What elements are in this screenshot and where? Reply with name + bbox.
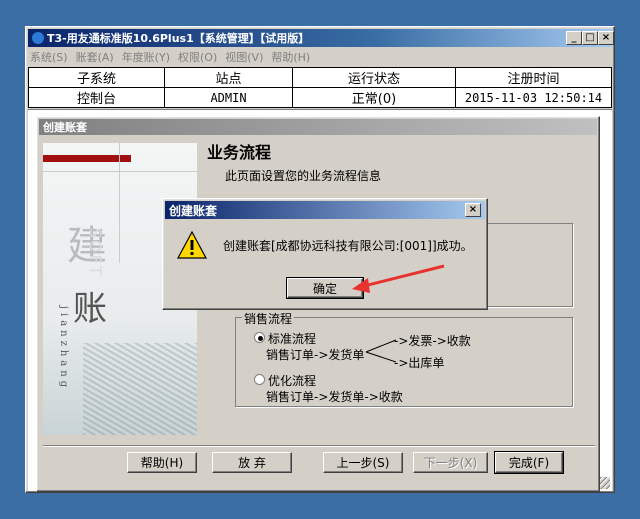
dialog-title: 创建账套 bbox=[169, 203, 218, 218]
abandon-button[interactable]: 放 弃 bbox=[212, 452, 292, 473]
menu-help[interactable]: 帮助(H) bbox=[271, 49, 310, 65]
cell-site: ADMIN bbox=[164, 87, 293, 108]
banner-side-text: SOFT bbox=[86, 227, 106, 278]
optimized-flow-radio[interactable] bbox=[254, 374, 265, 385]
menu-system[interactable]: 系统(S) bbox=[30, 49, 68, 65]
header-subsystem: 子系统 bbox=[28, 67, 165, 88]
banner-latin: jianzhang bbox=[58, 305, 70, 392]
standard-flow-label[interactable]: 标准流程 bbox=[268, 330, 316, 347]
cell-status: 正常(0) bbox=[292, 87, 456, 108]
dialog-close-button[interactable]: × bbox=[465, 203, 481, 217]
banner-vline bbox=[119, 143, 120, 263]
standard-flow-text: 销售订单->发货单 bbox=[266, 348, 365, 362]
wizard-divider bbox=[43, 445, 595, 447]
header-status: 运行状态 bbox=[292, 67, 456, 88]
finish-button[interactable]: 完成(F) bbox=[494, 451, 564, 474]
next-button[interactable]: 下一步(X) bbox=[413, 452, 488, 473]
header-register-time: 注册时间 bbox=[455, 67, 612, 88]
sales-flow-group: 销售流程 标准流程 销售订单->发货单 ->发票->收款 ->出库单 优化流程 … bbox=[235, 310, 573, 407]
optimized-flow-label[interactable]: 优化流程 bbox=[268, 372, 316, 389]
menu-account[interactable]: 账套(A) bbox=[76, 49, 114, 65]
app-icon bbox=[32, 32, 44, 44]
help-button[interactable]: 帮助(H) bbox=[127, 452, 197, 473]
cell-register-time: 2015-11-03 12:50:14 bbox=[455, 87, 612, 108]
header-site: 站点 bbox=[164, 67, 293, 88]
annotation-arrow-icon bbox=[352, 264, 445, 293]
main-window-title: T3-用友通标准版10.6Plus1【系统管理】【试用版】 bbox=[47, 32, 310, 45]
banner-line bbox=[43, 171, 197, 172]
banner-red-bar bbox=[43, 155, 131, 162]
main-titlebar[interactable]: T3-用友通标准版10.6Plus1【系统管理】【试用版】 bbox=[28, 29, 612, 47]
menu-bar: 系统(S) 账套(A) 年度账(Y) 权限(O) 视图(V) 帮助(H) bbox=[30, 49, 610, 65]
banner-texture bbox=[83, 343, 197, 435]
optimized-flow-text: 销售订单->发货单->收款 bbox=[266, 390, 403, 404]
branch-invoice-receipt: ->发票->收款 bbox=[394, 334, 471, 348]
close-button[interactable]: × bbox=[598, 31, 614, 45]
menu-year-account[interactable]: 年度账(Y) bbox=[122, 49, 170, 65]
cell-subsystem: 控制台 bbox=[28, 87, 165, 108]
dialog-titlebar[interactable]: 创建账套 bbox=[165, 201, 485, 219]
menu-view[interactable]: 视图(V) bbox=[225, 49, 263, 65]
table-row[interactable]: 控制台 ADMIN 正常(0) 2015-11-03 12:50:14 bbox=[28, 87, 612, 108]
section-desc: 此页面设置您的业务流程信息 bbox=[225, 169, 382, 183]
minimize-button[interactable]: _ bbox=[566, 31, 582, 45]
menu-permission[interactable]: 权限(O) bbox=[178, 49, 217, 65]
branch-outbound: ->出库单 bbox=[394, 356, 445, 370]
sales-flow-legend: 销售流程 bbox=[242, 310, 295, 327]
warning-icon bbox=[177, 231, 207, 259]
table-header-row: 子系统 站点 运行状态 注册时间 bbox=[28, 67, 612, 88]
wizard-title: 创建账套 bbox=[43, 121, 87, 134]
banner-char-zhang: 账 bbox=[73, 289, 107, 329]
dialog-message: 创建账套[成都协远科技有限公司:[001]]成功。 bbox=[223, 239, 473, 253]
maximize-button[interactable]: □ bbox=[582, 31, 598, 45]
standard-flow-radio[interactable] bbox=[254, 332, 265, 343]
section-title: 业务流程 bbox=[207, 143, 272, 162]
status-table: 子系统 站点 运行状态 注册时间 控制台 ADMIN 正常(0) 2015-11… bbox=[28, 67, 612, 108]
prev-button[interactable]: 上一步(S) bbox=[323, 452, 403, 473]
flow-branch-lines bbox=[365, 339, 397, 363]
wizard-titlebar[interactable]: 创建账套 bbox=[39, 119, 597, 135]
